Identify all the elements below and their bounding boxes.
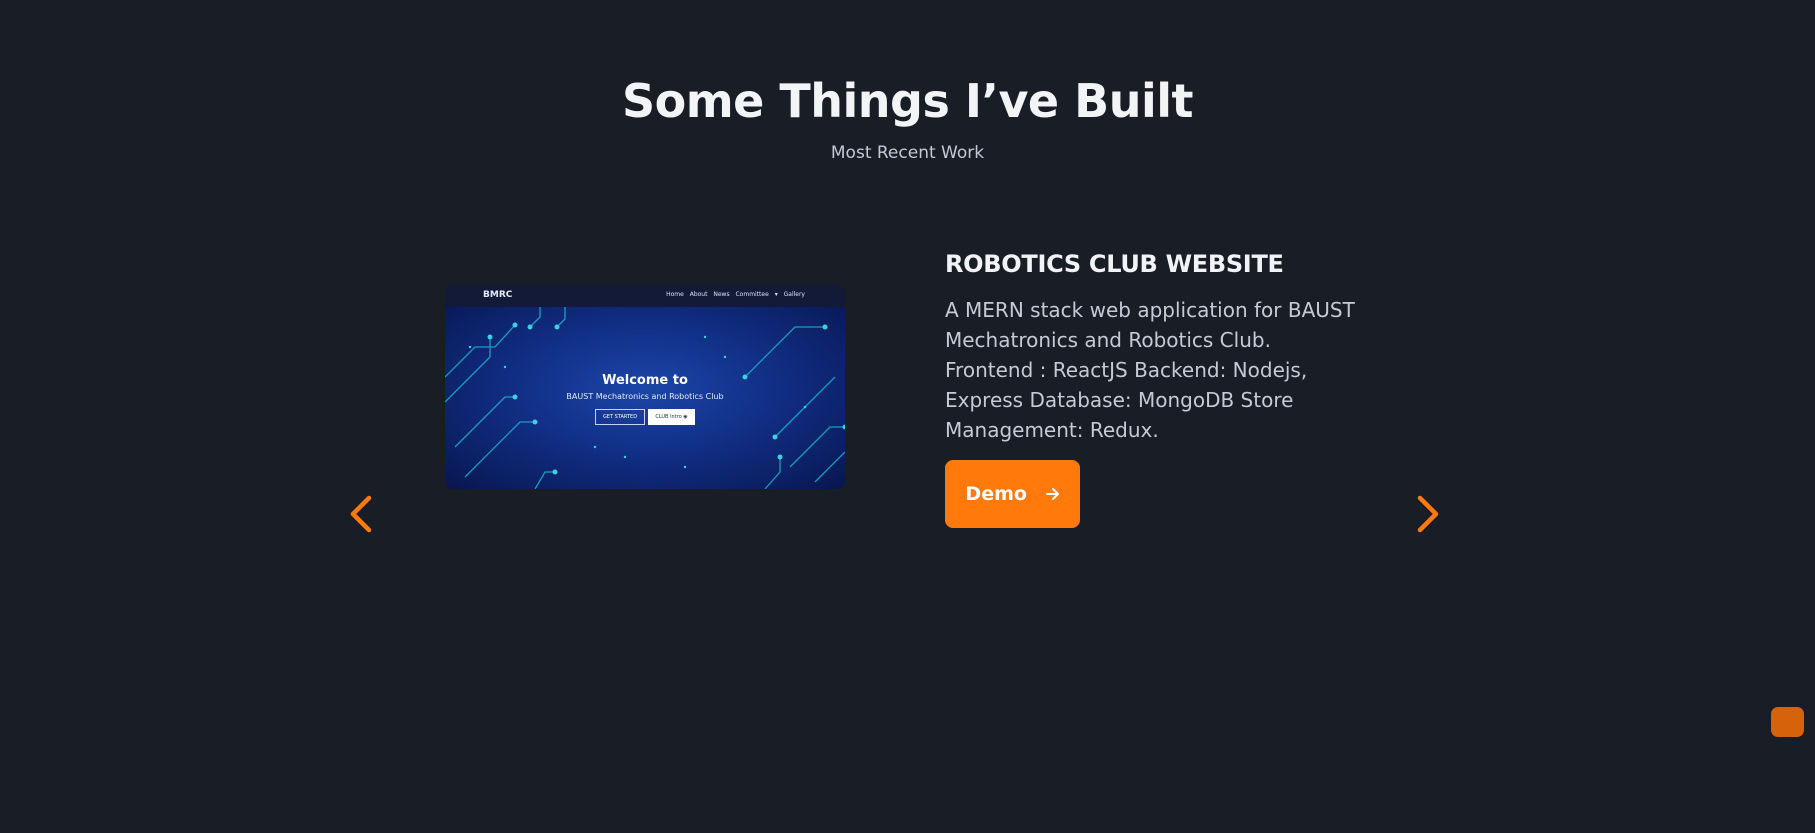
project-title: ROBOTICS CLUB WEBSITE bbox=[945, 250, 1284, 278]
demo-button[interactable]: Demo bbox=[945, 460, 1080, 528]
screenshot-nav-links: Home About News Committee ▾ Gallery bbox=[666, 291, 805, 298]
screenshot-hero: Welcome to BAUST Mechatronics and Roboti… bbox=[445, 307, 845, 489]
project-description: A MERN stack web application for BAUST M… bbox=[945, 298, 1355, 442]
carousel-prev-button[interactable] bbox=[340, 490, 384, 538]
section-subtitle: Most Recent Work bbox=[830, 143, 985, 163]
chevron-right-icon bbox=[1417, 495, 1439, 533]
screenshot-club-name: BAUST Mechatronics and Robotics Club bbox=[566, 392, 724, 401]
demo-button-label: Demo bbox=[965, 482, 1027, 505]
chevron-left-icon bbox=[350, 495, 372, 533]
arrow-right-icon bbox=[1045, 484, 1060, 506]
screenshot-club-intro: CLUB Intro ◉ bbox=[648, 409, 695, 425]
screenshot-welcome: Welcome to bbox=[602, 373, 688, 388]
projects-section: Some Things I’ve Built Most Recent Work bbox=[0, 0, 1815, 833]
carousel-next-button[interactable] bbox=[1405, 490, 1449, 538]
screenshot-navbar: BMRC Home About News Committee ▾ Gallery bbox=[445, 285, 845, 307]
screenshot-get-started: GET STARTED bbox=[595, 409, 645, 425]
screenshot-logo: BMRC bbox=[483, 290, 513, 300]
section-title: Some Things I’ve Built bbox=[622, 74, 1193, 128]
project-screenshot[interactable]: Welcome to BAUST Mechatronics and Roboti… bbox=[445, 285, 845, 489]
scroll-to-top-button[interactable] bbox=[1771, 707, 1804, 737]
